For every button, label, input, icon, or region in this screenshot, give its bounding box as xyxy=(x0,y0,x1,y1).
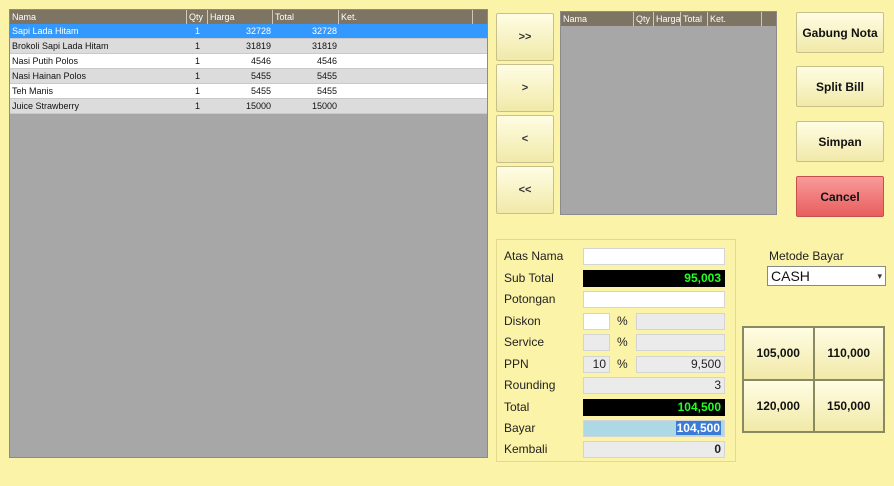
col-total[interactable]: Total xyxy=(681,12,708,26)
cell-total: 5455 xyxy=(316,71,337,81)
cell-nama: Teh Manis xyxy=(12,86,54,96)
service-value xyxy=(636,334,725,351)
payment-form: Atas Nama Sub Total 95,003 Potongan Disk… xyxy=(496,239,736,462)
cell-harga: 5455 xyxy=(250,71,271,81)
split-items-grid[interactable]: Nama Qty Harga Total Ket. xyxy=(560,11,777,215)
col-ket[interactable]: Ket. xyxy=(708,12,762,26)
ppn-percent-sign: % xyxy=(617,357,628,371)
cell-nama: Sapi Lada Hitam xyxy=(12,26,79,36)
bayar-label: Bayar xyxy=(504,421,536,435)
bayar-input[interactable]: 104,500 xyxy=(583,420,725,437)
ppn-value: 9,500 xyxy=(636,356,725,373)
cell-nama: Nasi Hainan Polos xyxy=(12,71,87,81)
quick-amount-pad: 105,000 110,000 120,000 150,000 xyxy=(742,326,885,433)
col-nama[interactable]: Nama xyxy=(561,12,634,26)
cell-qty: 1 xyxy=(194,71,200,81)
col-total[interactable]: Total xyxy=(273,10,339,24)
split-panel: >> > < << Nama Qty Harga Total Ket. xyxy=(494,9,778,215)
quick-amount-button[interactable]: 120,000 xyxy=(743,379,814,432)
total-value: 104,500 xyxy=(583,399,725,416)
simpan-button[interactable]: Simpan xyxy=(796,121,884,162)
diskon-label: Diskon xyxy=(504,314,541,328)
cell-harga: 32728 xyxy=(245,26,271,36)
metode-selected-value: CASH xyxy=(771,268,810,284)
table-row[interactable]: Sapi Lada Hitam 1 32728 32728 xyxy=(10,24,487,39)
kembali-value: 0 xyxy=(583,441,725,458)
split-grid-header: Nama Qty Harga Total Ket. xyxy=(561,12,776,26)
move-one-right-button[interactable]: > xyxy=(496,64,554,112)
col-nama[interactable]: Nama xyxy=(10,10,187,24)
cancel-button[interactable]: Cancel xyxy=(796,176,884,217)
rounding-value: 3 xyxy=(583,377,725,394)
quick-amount-button[interactable]: 105,000 xyxy=(743,327,814,380)
cell-qty: 1 xyxy=(194,101,200,111)
ppn-percent-input[interactable]: 10 xyxy=(583,356,610,373)
split-bill-button[interactable]: Split Bill xyxy=(796,66,884,107)
cell-nama: Juice Strawberry xyxy=(12,101,80,111)
move-one-left-button[interactable]: < xyxy=(496,115,554,163)
col-ket[interactable]: Ket. xyxy=(339,10,473,24)
quick-amount-button[interactable]: 110,000 xyxy=(813,327,884,380)
metode-bayar-select[interactable]: CASH ▾ xyxy=(767,266,886,286)
cell-harga: 5455 xyxy=(250,86,271,96)
cell-total: 5455 xyxy=(316,86,337,96)
cell-qty: 1 xyxy=(194,41,200,51)
atas-nama-input[interactable] xyxy=(583,248,725,265)
cell-ket xyxy=(339,39,473,53)
total-label: Total xyxy=(504,400,530,414)
cell-ket xyxy=(339,24,473,38)
cell-ket xyxy=(339,54,473,68)
col-harga[interactable]: Harga xyxy=(208,10,273,24)
cell-ket xyxy=(339,84,473,98)
service-percent-input[interactable] xyxy=(583,334,610,351)
diskon-value xyxy=(636,313,725,330)
quick-amount-button[interactable]: 150,000 xyxy=(813,379,884,432)
col-qty[interactable]: Qty xyxy=(634,12,654,26)
cell-qty: 1 xyxy=(194,86,200,96)
cell-total: 15000 xyxy=(311,101,337,111)
table-row[interactable]: Brokoli Sapi Lada Hitam 1 31819 31819 xyxy=(10,39,487,54)
potongan-input[interactable] xyxy=(583,291,725,308)
move-all-left-button[interactable]: << xyxy=(496,166,554,214)
cell-nama: Brokoli Sapi Lada Hitam xyxy=(12,41,109,51)
potongan-label: Potongan xyxy=(504,292,556,306)
service-percent-sign: % xyxy=(617,335,628,349)
cell-qty: 1 xyxy=(194,56,200,66)
table-row[interactable]: Nasi Hainan Polos 1 5455 5455 xyxy=(10,69,487,84)
kembali-label: Kembali xyxy=(504,442,548,456)
metode-bayar-label: Metode Bayar xyxy=(769,249,844,263)
move-all-right-button[interactable]: >> xyxy=(496,13,554,61)
bayar-selected-text: 104,500 xyxy=(675,421,721,435)
cell-harga: 31819 xyxy=(245,41,271,51)
table-row[interactable]: Nasi Putih Polos 1 4546 4546 xyxy=(10,54,487,69)
col-harga[interactable]: Harga xyxy=(654,12,681,26)
cell-total: 31819 xyxy=(311,41,337,51)
rounding-label: Rounding xyxy=(504,378,556,392)
col-qty[interactable]: Qty xyxy=(187,10,208,24)
sub-total-value: 95,003 xyxy=(583,270,725,287)
cell-harga: 15000 xyxy=(245,101,271,111)
diskon-percent-sign: % xyxy=(617,314,628,328)
atas-nama-label: Atas Nama xyxy=(504,249,564,263)
cell-nama: Nasi Putih Polos xyxy=(12,56,79,66)
table-row[interactable]: Juice Strawberry 1 15000 15000 xyxy=(10,99,487,114)
service-label: Service xyxy=(504,335,545,349)
cell-qty: 1 xyxy=(194,26,200,36)
table-row[interactable]: Teh Manis 1 5455 5455 xyxy=(10,84,487,99)
cell-ket xyxy=(339,69,473,83)
cell-total: 4546 xyxy=(316,56,337,66)
cell-total: 32728 xyxy=(311,26,337,36)
diskon-percent-input[interactable] xyxy=(583,313,610,330)
cell-ket xyxy=(339,99,473,113)
gabung-nota-button[interactable]: Gabung Nota xyxy=(796,12,884,53)
cell-harga: 4546 xyxy=(250,56,271,66)
chevron-down-icon[interactable]: ▾ xyxy=(877,267,882,285)
order-grid-header: Nama Qty Harga Total Ket. xyxy=(10,10,487,24)
ppn-label: PPN xyxy=(504,357,529,371)
order-items-grid[interactable]: Nama Qty Harga Total Ket. Sapi Lada Hita… xyxy=(9,9,488,458)
sub-total-label: Sub Total xyxy=(504,271,554,285)
